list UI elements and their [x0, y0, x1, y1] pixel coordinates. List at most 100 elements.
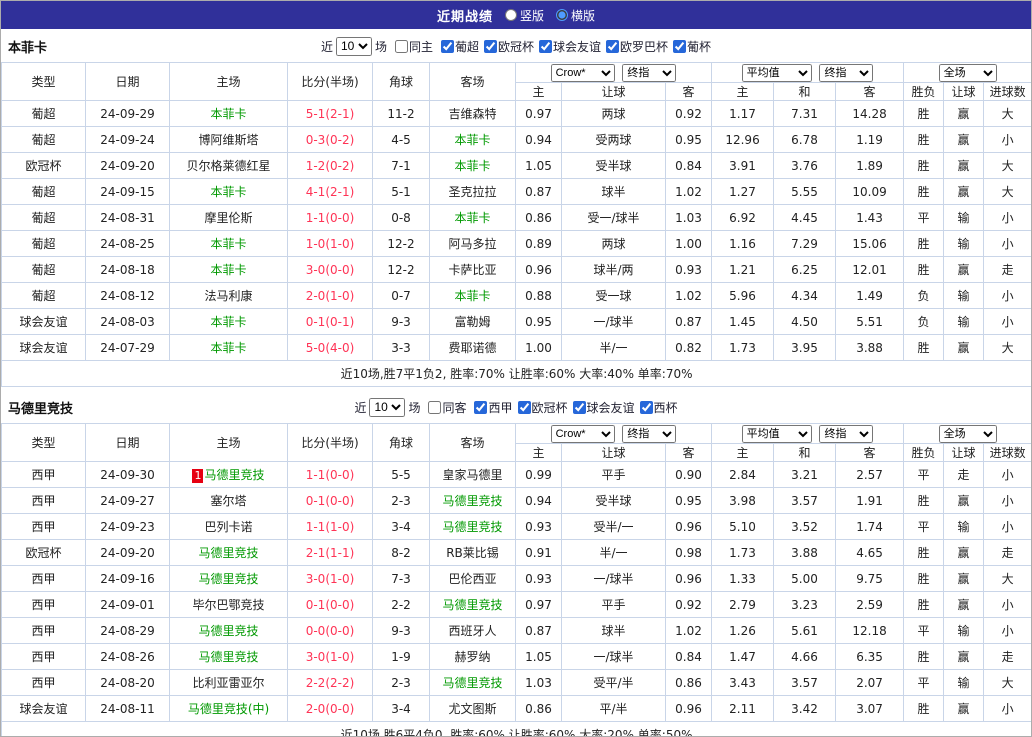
- result-wdl-cell: 平: [903, 669, 945, 696]
- away-team-name: 赫罗纳: [454, 650, 491, 664]
- avg-source-select[interactable]: 平均值: [741, 63, 812, 82]
- league-tag: 西甲: [1, 487, 86, 514]
- result-handicap-cell: 输: [943, 204, 985, 231]
- same-venue-filter[interactable]: 同主: [394, 38, 433, 55]
- league-tag: 葡超: [1, 126, 86, 153]
- col-away: 客场: [429, 423, 516, 462]
- result-wdl-cell: 胜: [903, 695, 945, 722]
- away-team: 尤文图斯: [429, 695, 516, 722]
- match-count-select[interactable]: 10: [335, 36, 372, 56]
- league-checkbox[interactable]: [572, 400, 586, 414]
- table-row: 葡超 24-08-12 法马利康 2-0(1-0) 0-7 本菲卡 0.88 受…: [1, 282, 1031, 309]
- odds-source-select[interactable]: Crow*: [550, 63, 615, 82]
- league-filter[interactable]: 球会友谊: [572, 399, 635, 416]
- away-team: 皇家马德里: [429, 461, 516, 488]
- table-row: 葡超 24-09-15 本菲卡 4-1(2-1) 5-1 圣克拉拉 0.87 球…: [1, 178, 1031, 205]
- league-checkbox[interactable]: [539, 39, 553, 53]
- league-filter[interactable]: 葡杯: [673, 38, 711, 55]
- table-footer: 近10场,胜7平1负2, 胜率:70% 让胜率:60% 大率:40% 单率:70…: [1, 360, 1031, 387]
- score-cell: 0-1(0-1): [287, 308, 373, 335]
- league-checkbox[interactable]: [606, 39, 620, 53]
- vertical-radio-icon[interactable]: [504, 9, 517, 21]
- team-filter-row: 马德里竞技 近 10 场 同客 西甲 欧冠杯 球会友谊 西杯: [1, 394, 1031, 420]
- league-filter[interactable]: 西杯: [639, 399, 678, 416]
- league-label: 西杯: [653, 400, 678, 415]
- match-rows: 西甲 24-09-30 1 马德里竞技 1-1(0-0) 5-5 皇家马德里 0.…: [1, 461, 1031, 722]
- result-goals-cell: 小: [983, 617, 1031, 644]
- away-team: 阿马多拉: [429, 230, 516, 257]
- league-tag: 欧冠杯: [1, 152, 86, 179]
- result-wdl-cell: 胜: [903, 178, 945, 205]
- league-checkbox[interactable]: [639, 400, 653, 414]
- league-checkbox[interactable]: [440, 39, 454, 53]
- away-team: 费耶诺德: [429, 334, 516, 361]
- odds-home-cell: 0.96: [515, 256, 562, 283]
- same-venue-checkbox[interactable]: [394, 39, 408, 53]
- result-handicap-cell: 赢: [943, 565, 985, 592]
- col-odds-handicap: 让球: [561, 443, 666, 462]
- odds-away-cell: 0.96: [664, 513, 713, 540]
- home-team-name: 本菲卡: [210, 315, 247, 329]
- home-team-name: 比利亚雷亚尔: [192, 676, 265, 690]
- odds-handicap-cell: 两球: [561, 100, 666, 127]
- league-tag: 葡超: [1, 282, 86, 309]
- match-date: 24-09-20: [85, 152, 170, 179]
- same-venue-filter[interactable]: 同客: [428, 399, 466, 416]
- odds-time-select[interactable]: 终指: [622, 424, 677, 443]
- full-match-select[interactable]: 全场: [938, 63, 997, 82]
- home-team: 巴列卡诺: [169, 513, 288, 540]
- score-cell: 0-1(0-0): [287, 591, 373, 618]
- odds-home-cell: 0.91: [515, 539, 562, 566]
- league-filter[interactable]: 欧冠杯: [484, 38, 534, 55]
- away-team-name: 富勒姆: [454, 315, 491, 329]
- match-date: 24-08-31: [85, 204, 170, 231]
- avg-source-select[interactable]: 平均值: [741, 424, 812, 443]
- avg-time-select[interactable]: 终指: [819, 63, 874, 82]
- odds-source-select[interactable]: Crow*: [550, 424, 615, 443]
- result-handicap-cell: 输: [943, 282, 985, 309]
- team-section-atletico: 马德里竞技 近 10 场 同客 西甲 欧冠杯 球会友谊 西杯 类型 日期 主场 …: [1, 394, 1031, 736]
- odds-home-cell: 0.87: [515, 178, 562, 205]
- avg-header-group: 平均值 终指: [711, 423, 905, 444]
- avg-home-cell: 3.98: [711, 487, 775, 514]
- full-match-select[interactable]: 全场: [938, 424, 997, 443]
- layout-option-vertical[interactable]: 竖版: [504, 7, 544, 24]
- score-cell: 0-0(0-0): [287, 617, 373, 644]
- home-team-name: 马德里竞技: [198, 624, 259, 638]
- near-label: 近: [354, 400, 367, 415]
- score-cell: 1-1(0-0): [287, 461, 373, 488]
- away-team-name: 卡萨比亚: [448, 263, 497, 277]
- league-filter-group: 葡超 欧冠杯 球会友谊 欧罗巴杯 葡杯: [436, 38, 711, 55]
- league-filter[interactable]: 葡超: [440, 38, 479, 55]
- league-checkbox[interactable]: [474, 400, 488, 414]
- same-venue-checkbox[interactable]: [428, 400, 442, 414]
- corners-cell: 8-2: [372, 539, 430, 566]
- table-row: 西甲 24-09-27 塞尔塔 0-1(0-0) 2-3 马德里竞技 0.94 …: [1, 487, 1031, 514]
- league-filter[interactable]: 欧冠杯: [517, 399, 568, 416]
- home-team-name: 马德里竞技: [198, 650, 259, 664]
- odds-home-cell: 0.97: [515, 100, 562, 127]
- league-filter[interactable]: 西甲: [474, 399, 513, 416]
- same-venue-label: 同主: [408, 39, 433, 54]
- avg-time-select[interactable]: 终指: [819, 424, 874, 443]
- result-header-group: 全场: [903, 62, 1031, 83]
- avg-home-cell: 5.10: [711, 513, 775, 540]
- odds-time-select[interactable]: 终指: [622, 63, 677, 82]
- league-checkbox[interactable]: [484, 39, 497, 53]
- home-team: 本菲卡: [169, 334, 288, 361]
- horizontal-radio-icon[interactable]: [556, 9, 568, 21]
- away-team-name: 皇家马德里: [442, 468, 503, 482]
- league-checkbox[interactable]: [517, 400, 531, 414]
- odds-handicap-cell: 受半球: [561, 487, 666, 514]
- league-filter[interactable]: 欧罗巴杯: [606, 38, 668, 55]
- avg-away-cell: 14.28: [835, 100, 905, 127]
- avg-away-cell: 1.91: [835, 487, 905, 514]
- match-date: 24-08-25: [85, 230, 170, 257]
- result-goals-cell: 走: [983, 256, 1031, 283]
- match-count-select[interactable]: 10: [369, 397, 406, 417]
- same-venue-label: 同客: [442, 400, 467, 415]
- layout-option-horizontal[interactable]: 横版: [556, 7, 595, 24]
- league-checkbox[interactable]: [673, 39, 687, 53]
- match-date: 24-08-12: [85, 282, 170, 309]
- league-filter[interactable]: 球会友谊: [539, 38, 601, 55]
